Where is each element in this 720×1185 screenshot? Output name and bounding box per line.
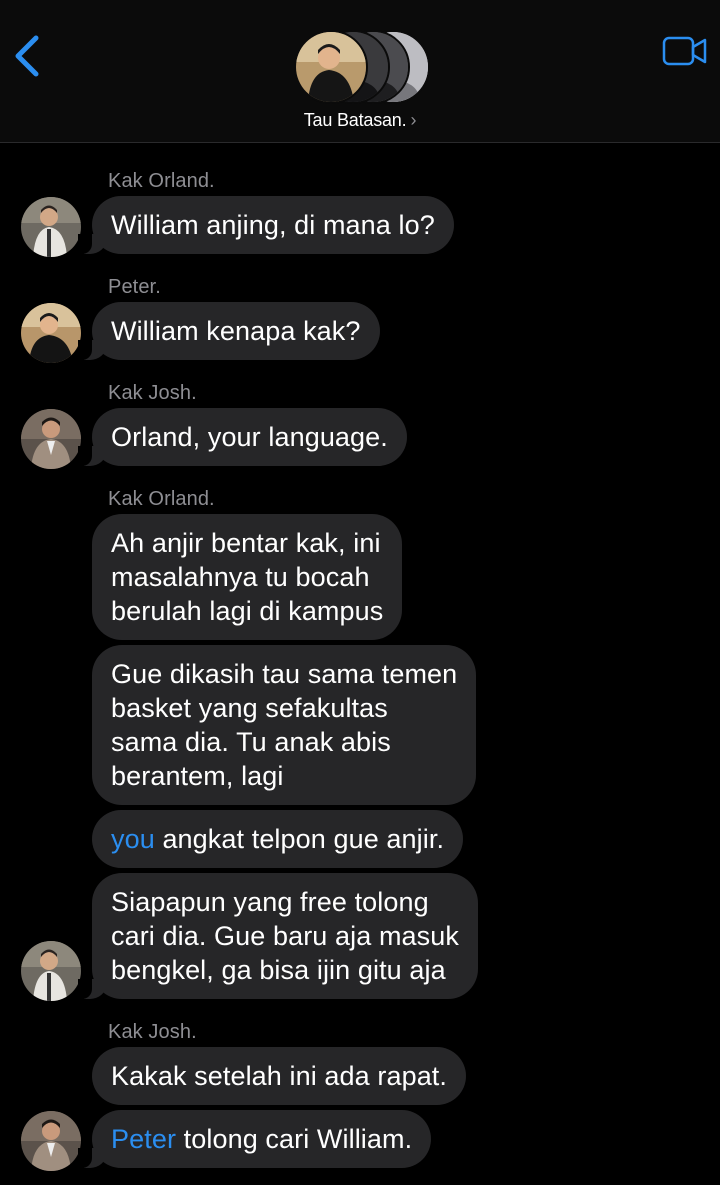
video-camera-icon [662, 36, 707, 66]
message-text: tolong cari William. [176, 1124, 413, 1154]
avatar-peter[interactable] [21, 303, 81, 363]
message-bubble[interactable]: you angkat telpon gue anjir. [92, 810, 464, 868]
sender-name: Peter. [108, 276, 161, 298]
group-name: Tau Batasan. [303, 110, 407, 130]
mention[interactable]: Peter [111, 1124, 176, 1154]
sender-name: Kak Josh. [108, 382, 197, 404]
message-bubble[interactable]: William anjing, di mana lo? [78, 196, 454, 254]
avatar-kak-josh[interactable] [21, 1111, 81, 1171]
chat-screen: Tau Batasan. › Kak Orland. William anjing… [0, 0, 720, 1185]
avatar-kak-orland[interactable] [21, 941, 81, 1001]
sender-name: Kak Josh. [108, 1021, 197, 1043]
message-text: angkat telpon gue anjir. [154, 824, 445, 854]
message-bubble[interactable]: William kenapa kak? [78, 302, 380, 360]
mention[interactable]: you [111, 824, 155, 854]
message-bubble[interactable]: Siapapun yang free tolong cari dia. Gue … [78, 873, 478, 999]
avatar-kak-orland[interactable] [21, 197, 81, 257]
message-bubble[interactable]: Kakak setelah ini ada rapat. [92, 1047, 467, 1105]
avatar-kak-josh[interactable] [21, 409, 81, 469]
message-bubble[interactable]: Gue dikasih tau sama temen basket yang s… [92, 645, 477, 805]
video-call-button[interactable] [662, 34, 708, 68]
message-bubble[interactable]: Ah anjir bentar kak, ini masalahnya tu b… [92, 514, 403, 640]
back-button[interactable] [8, 30, 48, 82]
sender-name: Kak Orland. [108, 488, 215, 510]
group-avatar-stack[interactable] [294, 30, 430, 104]
sender-name: Kak Orland. [108, 170, 215, 192]
member-avatar [294, 30, 368, 104]
chevron-right-icon: › [410, 110, 417, 130]
chat-header: Tau Batasan. › [0, 0, 720, 143]
message-bubble[interactable]: Peter tolong cari William. [77, 1110, 432, 1168]
message-bubble[interactable]: Orland, your language. [78, 408, 407, 466]
group-title[interactable]: Tau Batasan. › [0, 110, 720, 131]
chevron-left-icon [15, 35, 39, 77]
